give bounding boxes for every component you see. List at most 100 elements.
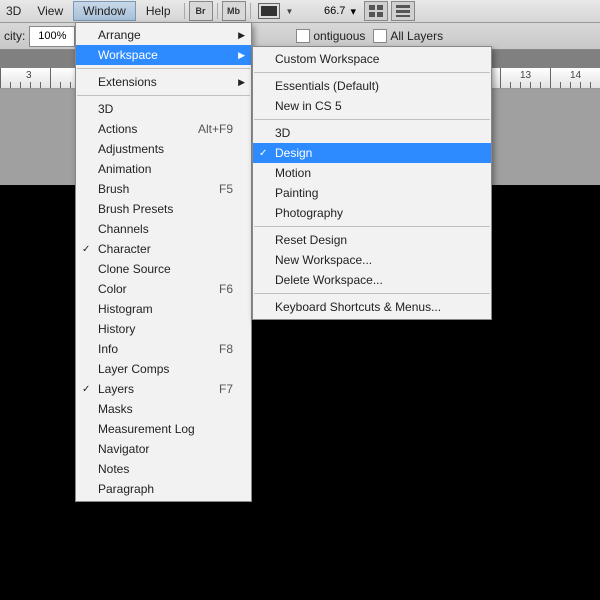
menu-separator [77, 95, 250, 96]
menu-item-label: Histogram [98, 302, 153, 316]
menubar-separator [184, 3, 185, 19]
menu-item-label: New Workspace... [275, 253, 372, 267]
workspace-menu-item[interactable]: Painting [253, 183, 491, 203]
menu-item-label: 3D [275, 126, 290, 140]
menubar-separator [217, 3, 218, 19]
workspace-menu-item[interactable]: Delete Workspace... [253, 270, 491, 290]
window-menu-item[interactable]: Layer Comps [76, 359, 251, 379]
menu-item-label: Photography [275, 206, 343, 220]
contiguous-checkbox[interactable] [296, 29, 310, 43]
menu-separator [77, 68, 250, 69]
window-menu-item[interactable]: Notes [76, 459, 251, 479]
arrange-icons [364, 1, 415, 21]
workspace-submenu: Custom Workspace Essentials (Default) New … [252, 46, 492, 320]
opacity-label: city: [4, 29, 25, 43]
menu-shortcut: Alt+F9 [174, 122, 233, 136]
workspace-menu-item[interactable]: Photography [253, 203, 491, 223]
workspace-menu-item[interactable]: Motion [253, 163, 491, 183]
workspace-menu-item[interactable]: 3D [253, 123, 491, 143]
menu-item-label: Actions [98, 122, 137, 136]
workspace-menu-item[interactable]: Custom Workspace [253, 49, 491, 69]
window-menu-item[interactable]: Extensions▶ [76, 72, 251, 92]
menu-separator [254, 293, 490, 294]
screen-mode-icon[interactable] [258, 3, 280, 19]
menu-item-label: Extensions [98, 75, 157, 89]
menu-item-label: Design [275, 146, 312, 160]
window-menu: Arrange ▶ Workspace▶ Extensions▶ 3D Actions Al… [75, 22, 252, 502]
menu-view[interactable]: View [27, 1, 73, 21]
menu-separator [254, 72, 490, 73]
opacity-input[interactable] [29, 26, 75, 47]
contiguous-label: ontiguous [313, 29, 365, 43]
menu-item-label: Custom Workspace [275, 52, 379, 66]
menu-item-label: Painting [275, 186, 318, 200]
window-menu-item[interactable]: Brush Presets [76, 199, 251, 219]
menu-item-label: Arrange [98, 28, 141, 42]
menu-window[interactable]: Window [73, 1, 136, 21]
workspace-menu-item[interactable]: Reset Design [253, 230, 491, 250]
window-menu-item[interactable]: Paragraph [76, 479, 251, 499]
window-menu-item[interactable]: ✓LayersF7 [76, 379, 251, 399]
arrange-stack-icon[interactable] [391, 1, 415, 21]
window-menu-item[interactable]: Measurement Log [76, 419, 251, 439]
window-menu-item[interactable]: Histogram [76, 299, 251, 319]
menu-item-label: History [98, 322, 135, 336]
menu-item-label: 3D [98, 102, 113, 116]
menu-separator [254, 226, 490, 227]
check-icon: ✓ [259, 148, 267, 159]
menu-help[interactable]: Help [136, 1, 181, 21]
workspace-menu-item[interactable]: ✓ Design [253, 143, 491, 163]
window-menu-item[interactable]: Clone Source [76, 259, 251, 279]
menu-item-label: Reset Design [275, 233, 347, 247]
menu-shortcut: F6 [195, 282, 233, 296]
menu-item-label: Adjustments [98, 142, 164, 156]
window-menu-item[interactable]: Workspace▶ [76, 45, 251, 65]
window-menu-item[interactable]: Channels [76, 219, 251, 239]
window-menu-item[interactable]: 3D [76, 99, 251, 119]
menu-item-label: Color [98, 282, 127, 296]
check-icon: ✓ [82, 244, 90, 255]
menubar-separator [250, 3, 251, 19]
arrange-grid-icon[interactable] [364, 1, 388, 21]
check-icon: ✓ [82, 384, 90, 395]
window-menu-item[interactable]: Brush F5 [76, 179, 251, 199]
menu-item-label: Keyboard Shortcuts & Menus... [275, 300, 441, 314]
window-menu-item[interactable]: Masks [76, 399, 251, 419]
window-menu-item[interactable]: History [76, 319, 251, 339]
menu-item-label: Workspace [98, 48, 158, 62]
menu-item-label: Brush [98, 182, 129, 196]
menu-shortcut: F8 [195, 342, 233, 356]
minibridge-icon[interactable]: Mb [222, 1, 246, 21]
ruler-tick-label: 3 [26, 70, 32, 81]
menu-item-label: Delete Workspace... [275, 273, 383, 287]
menu-shortcut: F5 [195, 182, 233, 196]
workspace-menu-item[interactable]: New in CS 5 [253, 96, 491, 116]
zoom-control[interactable]: ▾ [299, 2, 356, 20]
chevron-down-icon: ▼ [286, 7, 294, 16]
workspace-menu-item[interactable]: Keyboard Shortcuts & Menus... [253, 297, 491, 317]
menu-item-label: New in CS 5 [275, 99, 342, 113]
menu-item-label: Essentials (Default) [275, 79, 379, 93]
ruler-tick-label: 14 [570, 70, 581, 81]
window-menu-item[interactable]: Info F8 [76, 339, 251, 359]
workspace-menu-item[interactable]: New Workspace... [253, 250, 491, 270]
menu-3d[interactable]: 3D [0, 1, 27, 21]
window-menu-item[interactable]: Actions Alt+F9 [76, 119, 251, 139]
menu-item-label: Motion [275, 166, 311, 180]
menu-item-label: Info [98, 342, 118, 356]
all-layers-checkbox[interactable] [373, 29, 387, 43]
workspace-menu-item[interactable]: Essentials (Default) [253, 76, 491, 96]
menubar: 3D View Window Help Br Mb ▼ ▾ [0, 0, 600, 23]
window-menu-item[interactable]: Adjustments [76, 139, 251, 159]
window-menu-item[interactable]: ✓ Character [76, 239, 251, 259]
zoom-input[interactable] [299, 2, 347, 20]
window-menu-item[interactable]: Color F6 [76, 279, 251, 299]
window-menu-item[interactable]: Arrange ▶ [76, 25, 251, 45]
window-menu-item[interactable]: Navigator [76, 439, 251, 459]
menu-item-label: Character [98, 242, 151, 256]
menu-item-label: Navigator [98, 442, 149, 456]
submenu-arrow-icon: ▶ [238, 30, 245, 41]
bridge-icon[interactable]: Br [189, 1, 213, 21]
menu-item-label: Layer Comps [98, 362, 169, 376]
window-menu-item[interactable]: Animation [76, 159, 251, 179]
